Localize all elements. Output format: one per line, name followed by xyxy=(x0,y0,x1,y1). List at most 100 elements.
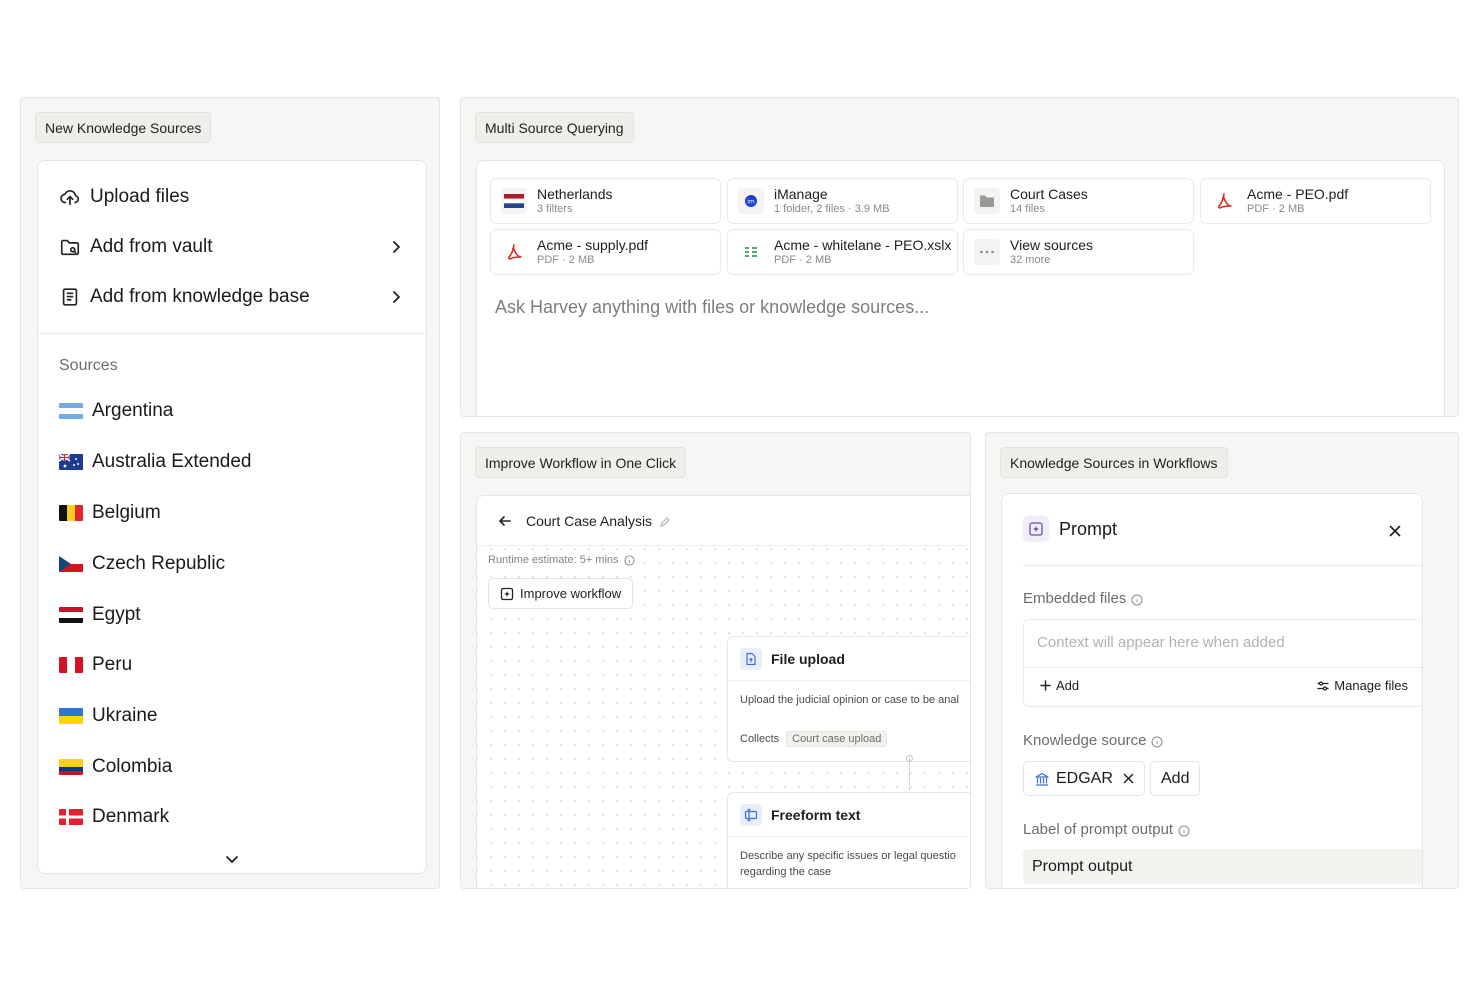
runtime-estimate: Runtime estimate: 5+ mins xyxy=(488,554,635,566)
source-chip-court-cases[interactable]: Court Cases 14 files xyxy=(963,178,1194,224)
label-text: Knowledge source xyxy=(1023,732,1147,749)
prompt-title: Prompt xyxy=(1059,518,1118,539)
source-chip-acme-peo-pdf[interactable]: Acme - PEO.pdf PDF · 2 MB xyxy=(1200,178,1431,224)
source-item-czech-republic[interactable]: Czech Republic xyxy=(59,549,225,579)
view-sources-chip[interactable]: View sources 32 more xyxy=(963,229,1194,275)
pdf-icon xyxy=(501,239,527,265)
chevron-right-icon xyxy=(388,239,404,255)
source-item-colombia[interactable]: Colombia xyxy=(59,752,172,782)
prompt-card: Prompt Embedded files Context will appea… xyxy=(1001,493,1423,888)
source-chip-imanage[interactable]: im iManage 1 folder, 2 files · 3.9 MB xyxy=(727,178,958,224)
belgium-flag-icon xyxy=(59,505,83,521)
more-dots-icon xyxy=(974,239,1000,265)
chip-meta: 32 more xyxy=(1010,254,1051,267)
egypt-flag-icon xyxy=(59,607,83,623)
add-knowledge-source-button[interactable]: Add xyxy=(1150,761,1201,796)
prompt-output-label: Label of prompt output xyxy=(1023,821,1190,838)
source-label: Czech Republic xyxy=(92,553,226,574)
knowledge-source-chip-edgar[interactable]: EDGAR xyxy=(1023,761,1145,796)
workflow-header: Court Case Analysis xyxy=(477,496,970,546)
prompt-header: Prompt xyxy=(1023,516,1402,542)
divider xyxy=(1024,667,1422,668)
source-item-egypt[interactable]: Egypt xyxy=(59,600,141,630)
manage-files-button[interactable]: Manage files xyxy=(1317,678,1408,693)
info-icon xyxy=(1178,824,1190,836)
action-label: Add from vault xyxy=(90,236,213,257)
source-item-australia-extended[interactable]: Australia Extended xyxy=(59,447,252,477)
multi-source-querying-panel: Multi Source Querying Netherlands 3 filte… xyxy=(460,97,1459,417)
add-label: Add xyxy=(1056,678,1080,693)
source-item-belgium[interactable]: Belgium xyxy=(59,498,161,528)
add-from-knowledge-base-action[interactable]: Add from knowledge base xyxy=(58,277,404,317)
sources-heading: Sources xyxy=(59,357,118,374)
add-file-button[interactable]: Add xyxy=(1040,678,1079,693)
embedded-files-label: Embedded files xyxy=(1023,590,1143,607)
czech-flag-icon xyxy=(59,556,83,572)
source-label: Argentina xyxy=(92,400,174,421)
pdf-icon xyxy=(1211,188,1237,214)
chip-meta: 3 filters xyxy=(537,203,573,216)
node-description: Describe any specific issues or legal qu… xyxy=(740,850,956,878)
argentina-flag-icon xyxy=(59,403,83,419)
improve-workflow-panel: Improve Workflow in One Click Court Case… xyxy=(460,432,971,889)
australia-flag-icon xyxy=(59,454,83,470)
source-item-ukraine[interactable]: Ukraine xyxy=(59,701,157,731)
knowledge-source-label: Knowledge source xyxy=(1023,732,1163,749)
chip-name: Acme - whitelane - PEO.xslx xyxy=(774,237,952,254)
source-item-peru[interactable]: Peru xyxy=(59,650,132,680)
prompt-output-input[interactable]: Prompt output xyxy=(1023,849,1422,884)
upload-cloud-icon xyxy=(58,185,82,209)
action-label: Add from knowledge base xyxy=(90,286,310,307)
source-item-argentina[interactable]: Argentina xyxy=(59,396,173,426)
source-label: Denmark xyxy=(92,806,170,827)
ukraine-flag-icon xyxy=(59,708,83,724)
panel-tag: New Knowledge Sources xyxy=(35,112,212,143)
peru-flag-icon xyxy=(59,657,83,673)
improve-label: Improve workflow xyxy=(520,586,622,601)
node-title: Freeform text xyxy=(771,806,861,823)
remove-icon[interactable] xyxy=(1123,773,1134,784)
knowledge-sources-in-workflows-panel: Knowledge Sources in Workflows Prompt Em… xyxy=(985,432,1459,889)
source-label: Peru xyxy=(92,654,133,675)
info-icon xyxy=(1151,735,1163,747)
node-header: File upload xyxy=(728,637,970,681)
collects-row: Collects Court case upload xyxy=(740,731,888,747)
colombia-flag-icon xyxy=(59,759,83,775)
chip-meta: PDF · 2 MB xyxy=(537,254,595,267)
bank-icon xyxy=(1034,771,1050,787)
source-item-denmark[interactable]: Denmark xyxy=(59,802,169,832)
prompt-icon xyxy=(1023,516,1049,542)
pencil-icon[interactable] xyxy=(659,515,671,527)
upload-files-action[interactable]: Upload files xyxy=(58,177,404,217)
source-chip-netherlands[interactable]: Netherlands 3 filters xyxy=(490,178,721,224)
source-label: Belgium xyxy=(92,502,161,523)
label-text: Embedded files xyxy=(1023,590,1127,607)
source-label: Egypt xyxy=(92,604,141,625)
workflow-node-freeform-text[interactable]: Freeform text Describe any specific issu… xyxy=(727,792,970,888)
arrow-left-icon[interactable] xyxy=(497,513,513,529)
workflow-node-file-upload[interactable]: File upload Upload the judicial opinion … xyxy=(727,636,970,762)
chip-meta: 1 folder, 2 files · 3.9 MB xyxy=(774,203,890,216)
divider xyxy=(38,333,426,334)
chip-meta: PDF · 2 MB xyxy=(774,254,832,267)
close-icon[interactable] xyxy=(1388,522,1402,537)
panel-tag: Multi Source Querying xyxy=(475,112,634,143)
chevron-down-icon[interactable] xyxy=(224,851,240,867)
connector-line xyxy=(909,758,910,790)
add-from-vault-action[interactable]: Add from vault xyxy=(58,227,404,267)
chip-name: View sources xyxy=(1010,237,1094,254)
source-chip-acme-supply-pdf[interactable]: Acme - supply.pdf PDF · 2 MB xyxy=(490,229,721,275)
collects-value: Court case upload xyxy=(786,731,888,747)
plus-icon xyxy=(1040,680,1051,691)
imanage-icon: im xyxy=(738,188,764,214)
embedded-files-box[interactable]: Context will appear here when added Add … xyxy=(1023,619,1422,707)
label-text: Label of prompt output xyxy=(1023,821,1174,838)
source-chip-acme-whitelane-peo-xslx[interactable]: Acme - whitelane - PEO.xslx PDF · 2 MB xyxy=(727,229,958,275)
chip-name: Netherlands xyxy=(537,186,613,203)
query-card: Netherlands 3 filters im iManage 1 folder,… xyxy=(476,160,1445,416)
query-input[interactable]: Ask Harvey anything with files or knowle… xyxy=(495,297,929,318)
manage-label: Manage files xyxy=(1334,678,1408,693)
new-knowledge-sources-panel: New Knowledge Sources Upload files Add f… xyxy=(20,97,440,889)
improve-workflow-button[interactable]: Improve workflow xyxy=(488,578,634,609)
info-icon xyxy=(623,554,635,566)
